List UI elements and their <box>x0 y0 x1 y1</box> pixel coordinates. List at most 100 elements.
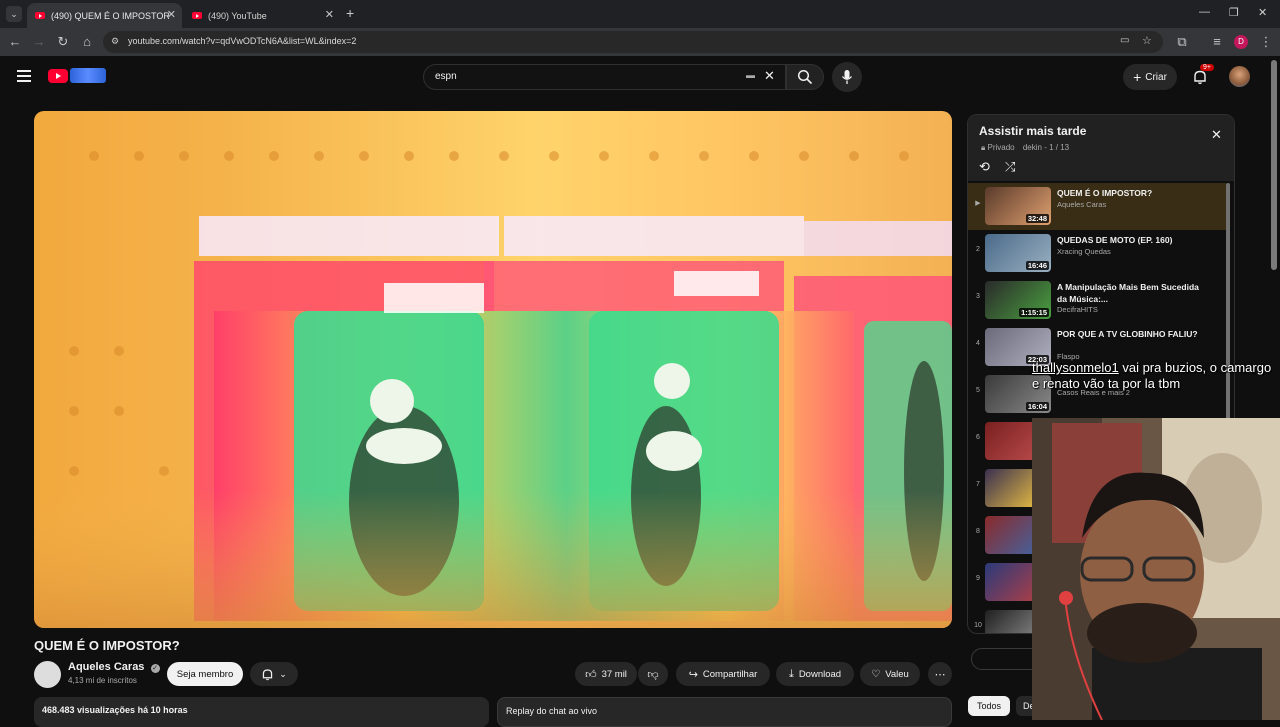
bell-icon <box>263 668 273 680</box>
extensions-icon[interactable]: ⧉ <box>1174 34 1190 50</box>
subscriber-count: 4,13 mi de inscritos <box>68 676 137 685</box>
new-tab-button[interactable]: + <box>346 5 354 21</box>
forward-icon[interactable]: → <box>31 34 47 50</box>
playlist-item[interactable]: 3 1:15:15 A Manipulação Mais Bem Sucedida … <box>968 277 1226 324</box>
bell-icon <box>1194 70 1206 85</box>
chevron-down-icon: ⌄ <box>279 668 287 679</box>
maximize-icon[interactable]: ❐ <box>1229 6 1239 19</box>
account-avatar[interactable] <box>1229 66 1250 87</box>
browser-toolbar: ← → ↻ ⌂ ⚙ youtube.com/watch?v=qdVwODTcN6… <box>0 28 1280 56</box>
notifications-button[interactable]: 9+ <box>1192 64 1214 89</box>
playlist-item-title: QUEDAS DE MOTO (EP. 160) <box>1057 235 1173 245</box>
playlist-item-index: 2 <box>976 246 980 253</box>
back-icon[interactable]: ← <box>7 34 23 50</box>
channel-name-text: Aqueles Caras <box>68 661 145 673</box>
thanks-label: Valeu <box>885 668 909 680</box>
channel-avatar[interactable] <box>34 661 61 688</box>
playlist-title[interactable]: Assistir mais tarde <box>979 124 1086 138</box>
playlist-item-duration: 16:04 <box>1025 402 1049 411</box>
playlist-meta: 🔒︎ Privado dekin - 1 / 13 <box>981 143 1069 153</box>
channel-name[interactable]: Aqueles Caras ✓ <box>68 661 160 673</box>
video-title: QUEM É O IMPOSTOR? <box>34 638 180 653</box>
join-label: Seja membro <box>176 668 234 680</box>
voice-search-button[interactable] <box>832 62 862 92</box>
minimize-icon[interactable]: — <box>1199 6 1210 18</box>
playlist-item-thumbnail[interactable]: 16:46 <box>985 234 1051 272</box>
verified-icon: ✓ <box>150 664 160 673</box>
search-value: espn <box>435 71 457 82</box>
doodle-logo[interactable] <box>70 68 106 83</box>
thumbs-down-icon: 👎︎ <box>647 668 659 681</box>
keyboard-icon[interactable]: ▬ <box>746 70 755 80</box>
playlist-item-index: 4 <box>976 340 980 347</box>
playlist-item-thumbnail[interactable]: 1:15:15 <box>985 281 1051 319</box>
tab-close-icon[interactable]: ✕ <box>167 8 176 21</box>
close-playlist-icon[interactable]: ✕ <box>1211 127 1222 143</box>
playlist-item-index: ▶ <box>975 200 981 207</box>
plus-icon: + <box>1133 69 1142 85</box>
create-button[interactable]: + Criar <box>1123 64 1177 90</box>
download-icon: ⤓ <box>788 667 794 680</box>
chat-replay-label: Replay do chat ao vivo <box>506 706 598 716</box>
microphone-icon <box>841 70 853 84</box>
page-scrollbar[interactable] <box>1271 60 1277 270</box>
more-actions-button[interactable]: ⋯ <box>928 662 952 686</box>
chat-replay-box[interactable]: Replay do chat ao vivo <box>497 697 952 727</box>
playlist-item-duration: 16:46 <box>1025 261 1049 270</box>
share-button[interactable]: ↪ Compartilhar <box>676 662 770 686</box>
menu-icon[interactable] <box>17 70 31 82</box>
address-bar[interactable]: ⚙ youtube.com/watch?v=qdVwODTcN6A&list=W… <box>103 31 1163 53</box>
tab-close-icon[interactable]: ✕ <box>325 8 334 21</box>
browser-tab-bar: ⌄ (490) QUEM É O IMPOSTOR? - Y ✕ (490) Y… <box>0 0 1280 28</box>
like-button[interactable]: 👍︎ 37 mil <box>575 662 637 686</box>
video-player[interactable] <box>34 111 952 628</box>
playlist-header: Assistir mais tarde ✕ 🔒︎ Privado dekin -… <box>968 115 1234 181</box>
youtube-header: espn ▬ ✕ + Criar 9+ <box>0 56 1280 104</box>
tab-title: (490) QUEM É O IMPOSTOR? - Y <box>51 10 169 21</box>
like-count: 37 mil <box>601 668 627 680</box>
playlist-item-duration: 1:15:15 <box>1019 308 1049 317</box>
webcam-overlay <box>1032 418 1280 720</box>
dislike-button[interactable]: 👎︎ <box>638 662 668 686</box>
profile-avatar[interactable]: D <box>1234 35 1248 49</box>
playlist-item-index: 9 <box>976 575 980 582</box>
subscribed-notifications-button[interactable]: ⌄ <box>250 662 298 686</box>
description-box[interactable]: 468.483 visualizações há 10 horas <box>34 697 489 727</box>
stream-chat-message: thallysonmelo1 vai pra buzios, o camargo… <box>1032 360 1280 392</box>
chip-all[interactable]: Todos <box>968 696 1010 716</box>
tab-list-button[interactable]: ⌄ <box>6 6 22 22</box>
playlist-item[interactable]: ▶ 32:48 QUEM É O IMPOSTOR? Aqueles Caras <box>968 183 1226 230</box>
shuffle-icon[interactable]: ⤮ <box>1005 159 1015 175</box>
thumbs-up-icon: 👍︎ <box>585 668 597 681</box>
reload-icon[interactable]: ↻ <box>55 34 71 50</box>
clear-search-icon[interactable]: ✕ <box>764 68 775 84</box>
join-button[interactable]: Seja membro <box>167 662 243 686</box>
loop-icon[interactable]: ⟲ <box>979 159 990 175</box>
bookmark-star-icon[interactable]: ☆ <box>1142 34 1152 47</box>
notification-badge: 9+ <box>1200 64 1214 71</box>
playlist-item-title: QUEM É O IMPOSTOR? <box>1057 188 1153 198</box>
lock-icon: 🔒︎ <box>981 143 986 152</box>
playlist-item-title: A Manipulação Mais Bem Sucedida da Músic… <box>1057 282 1199 304</box>
youtube-favicon-icon <box>192 12 202 19</box>
cast-icon[interactable]: ▭ <box>1120 35 1129 46</box>
close-window-icon[interactable]: ✕ <box>1258 6 1267 19</box>
home-icon[interactable]: ⌂ <box>79 34 95 50</box>
search-button[interactable] <box>786 64 824 90</box>
share-label: Compartilhar <box>702 668 758 680</box>
reading-list-icon[interactable]: ≡ <box>1209 34 1225 50</box>
search-input[interactable]: espn ▬ ✕ <box>423 64 786 90</box>
thanks-button[interactable]: ♡ Valeu <box>860 662 920 686</box>
browser-tab-active[interactable]: (490) QUEM É O IMPOSTOR? - Y ✕ <box>27 3 182 28</box>
playlist-item-thumbnail[interactable]: 32:48 <box>985 187 1051 225</box>
playlist-item[interactable]: 2 16:46 QUEDAS DE MOTO (EP. 160) Xracing Qu… <box>968 230 1226 277</box>
heart-icon: ♡ <box>871 668 881 680</box>
download-button[interactable]: ⤓ Download <box>776 662 854 686</box>
playlist-item-index: 3 <box>976 293 980 300</box>
youtube-favicon-icon <box>35 12 45 19</box>
site-info-icon[interactable]: ⚙ <box>111 36 119 47</box>
browser-tab[interactable]: (490) YouTube ✕ <box>184 3 340 28</box>
playlist-item-index: 7 <box>976 481 980 488</box>
youtube-logo[interactable] <box>48 69 68 83</box>
more-menu-icon[interactable]: ⋮ <box>1258 34 1274 50</box>
